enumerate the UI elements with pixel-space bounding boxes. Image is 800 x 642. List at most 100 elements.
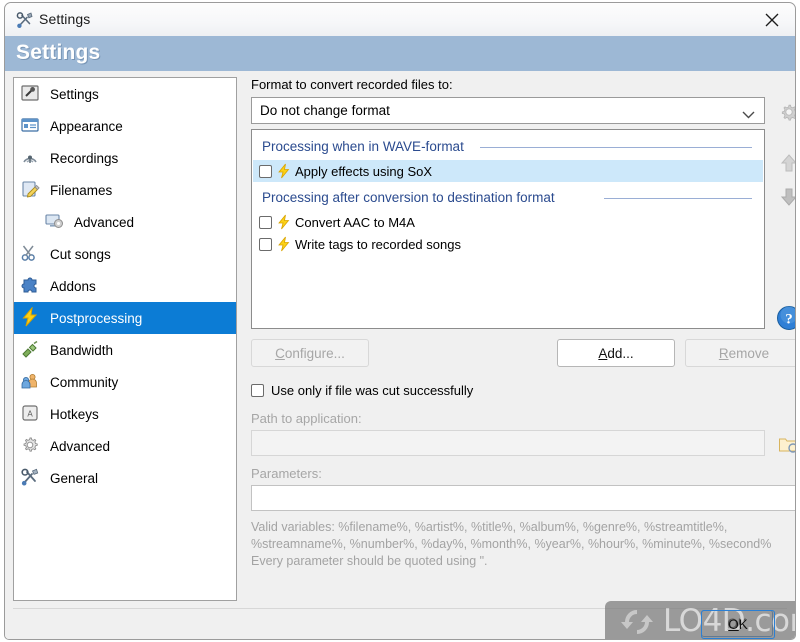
configure-accel: C — [275, 345, 285, 361]
people-icon — [21, 374, 37, 389]
sidebar-item-advanced[interactable]: Advanced — [14, 430, 236, 462]
remove-button[interactable]: Remove — [685, 339, 795, 367]
checkbox-use-only-if-cut[interactable] — [251, 384, 264, 397]
scissors-icon — [21, 245, 35, 261]
format-label: Format to convert recorded files to: — [251, 77, 453, 92]
step-row-write-tags[interactable]: Write tags to recorded songs — [253, 233, 763, 255]
keyboard-key-icon: A — [22, 405, 38, 421]
question-mark-icon: ? — [777, 306, 795, 330]
remove-accel: R — [718, 345, 729, 361]
wrench-screen-icon — [20, 83, 42, 105]
group-title-after-conversion: Processing after conversion to destinati… — [262, 190, 555, 205]
configure-button[interactable]: Configure... — [251, 339, 369, 367]
lightning-icon — [276, 163, 292, 179]
use-only-if-cut-row[interactable]: Use only if file was cut successfully — [251, 383, 473, 398]
sidebar-item-postprocessing[interactable]: Postprocessing — [14, 302, 236, 334]
close-button[interactable] — [749, 3, 795, 35]
group-rule — [604, 198, 752, 199]
sidebar-item-label: Settings — [50, 86, 99, 102]
move-down-button[interactable] — [773, 181, 795, 211]
scissors-icon — [20, 243, 42, 265]
page-title: Settings — [16, 41, 101, 64]
sidebar-item-label: Postprocessing — [50, 310, 143, 326]
parameters-input[interactable] — [251, 485, 795, 511]
step-label-apply-sox: Apply effects using SoX — [295, 163, 433, 179]
sidebar-item-appearance[interactable]: Appearance — [14, 110, 236, 142]
sidebar-item-addons[interactable]: Addons — [14, 270, 236, 302]
plug-icon — [20, 339, 42, 361]
valid-variables-note: Valid variables: %filename%, %artist%, %… — [251, 520, 772, 568]
postprocessing-panel: Format to convert recorded files to: Do … — [245, 71, 795, 639]
path-input[interactable] — [251, 430, 765, 456]
sidebar-item-label: Advanced — [74, 214, 135, 230]
puzzle-icon — [21, 277, 37, 293]
sidebar-item-recordings[interactable]: Recordings — [14, 142, 236, 174]
ok-label-rest-overlay: K — [738, 617, 748, 632]
format-select-value: Do not change format — [260, 103, 390, 118]
svg-text:?: ? — [785, 312, 793, 328]
sidebar-item-label: General — [50, 470, 99, 486]
lightning-icon — [20, 306, 42, 329]
step-row-apply-sox[interactable]: Apply effects using SoX — [253, 160, 763, 182]
gear-icon — [781, 104, 795, 121]
checkbox-write-tags[interactable] — [259, 237, 272, 251]
pencil-note-icon — [20, 179, 42, 201]
title-bar: Settings — [5, 3, 795, 37]
add-button[interactable]: Add... — [557, 339, 675, 367]
browse-button[interactable] — [773, 429, 795, 459]
group-title-wave: Processing when in WAVE-format — [262, 139, 464, 154]
puzzle-icon — [20, 275, 42, 297]
chevron-down-icon — [742, 107, 755, 122]
settings-nav-list[interactable]: Settings Appearance Recordings Filenames Adv… — [13, 77, 237, 601]
sidebar-item-label: Appearance — [50, 118, 123, 134]
wrench-screen-icon — [21, 85, 39, 101]
move-up-button[interactable] — [773, 147, 795, 177]
format-settings-button[interactable] — [773, 96, 795, 126]
sidebar-item-community[interactable]: Community — [14, 366, 236, 398]
add-label-rest: dd... — [607, 345, 634, 361]
broadcast-icon — [23, 155, 37, 163]
window-body: Settings Appearance Recordings Filenames Adv… — [5, 71, 795, 639]
sidebar-item-label: Community — [50, 374, 119, 390]
page-header: Settings — [5, 36, 795, 72]
remove-label-rest: emove — [728, 345, 770, 361]
format-select[interactable]: Do not change format — [251, 97, 765, 124]
checkbox-convert-aac[interactable] — [259, 215, 272, 229]
sidebar-item-bandwidth[interactable]: Bandwidth — [14, 334, 236, 366]
sidebar-item-label: Bandwidth — [50, 342, 114, 358]
footer-divider — [13, 608, 787, 609]
use-only-if-cut-label: Use only if file was cut successfully — [271, 383, 474, 398]
sidebar-item-general[interactable]: General — [14, 462, 236, 494]
svg-text:A: A — [27, 410, 33, 419]
sidebar-item-settings[interactable]: Settings — [14, 78, 236, 110]
processing-steps-list[interactable]: Processing when in WAVE-format Apply eff… — [251, 129, 765, 329]
sidebar-item-label: Filenames — [50, 182, 113, 198]
monitor-gear-icon — [45, 214, 63, 228]
sidebar-item-hotkeys[interactable]: A Hotkeys — [14, 398, 236, 430]
lightning-icon — [276, 214, 292, 230]
step-row-convert-aac[interactable]: Convert AAC to M4A — [253, 211, 763, 233]
sidebar-item-label: Addons — [50, 278, 96, 294]
sidebar-item-label: Hotkeys — [50, 406, 99, 422]
sidebar-item-cut-songs[interactable]: Cut songs — [14, 238, 236, 270]
sidebar-item-label: Recordings — [50, 150, 119, 166]
close-icon — [765, 13, 779, 27]
add-accel: A — [598, 345, 608, 361]
lightning-icon — [22, 306, 38, 327]
arrow-up-icon — [780, 154, 795, 172]
arrow-down-icon — [780, 188, 795, 206]
pencil-note-icon — [22, 181, 40, 198]
help-button[interactable]: ? — [773, 302, 795, 332]
ok-accel-overlay: O — [728, 617, 739, 632]
tools-icon — [16, 11, 34, 29]
lightning-icon — [276, 236, 292, 252]
sidebar-item-advanced[interactable]: Advanced — [14, 206, 236, 238]
sidebar-item-label: Advanced — [50, 438, 111, 454]
tools-icon — [21, 468, 39, 486]
layout-list-icon — [20, 115, 42, 137]
monitor-gear-icon — [44, 211, 66, 233]
ok-button-overlay[interactable]: OK — [701, 610, 775, 639]
checkbox-apply-sox[interactable] — [259, 164, 272, 178]
sidebar-item-filenames[interactable]: Filenames — [14, 174, 236, 206]
step-label-convert-aac: Convert AAC to M4A — [295, 214, 415, 230]
